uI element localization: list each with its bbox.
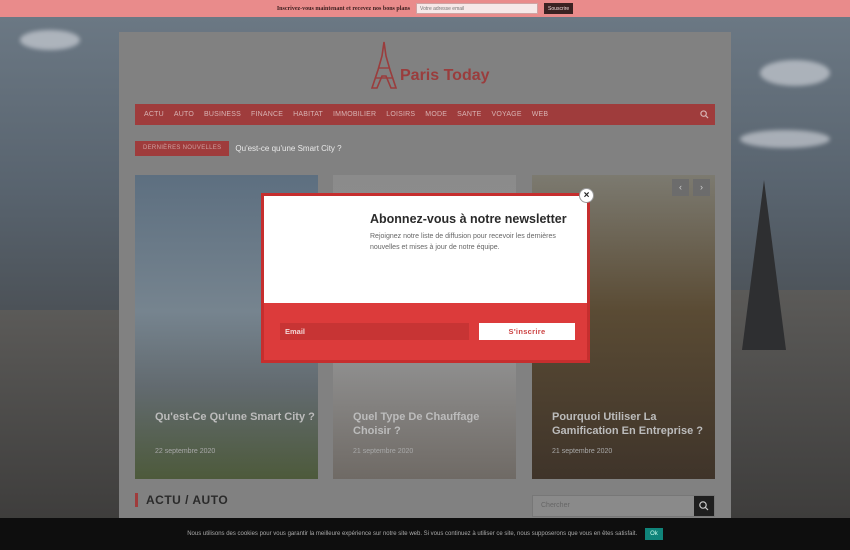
popup-email-input[interactable] xyxy=(280,323,469,340)
cookie-message: Nous utilisons des cookies pour vous gar… xyxy=(187,531,638,537)
popup-description: Rejoignez notre liste de diffusion pour … xyxy=(370,233,556,251)
cookie-ok-button[interactable]: Ok xyxy=(645,528,663,540)
newsletter-popup: Abonnez-vous à notre newsletter Rejoigne… xyxy=(261,193,590,363)
popup-heading: Abonnez-vous à notre newsletter xyxy=(370,212,567,226)
cookie-banner: Nous utilisons des cookies pour vous gar… xyxy=(0,518,850,550)
close-icon[interactable]: × xyxy=(579,188,594,203)
popup-subscribe-button[interactable]: S'inscrire xyxy=(479,323,575,340)
